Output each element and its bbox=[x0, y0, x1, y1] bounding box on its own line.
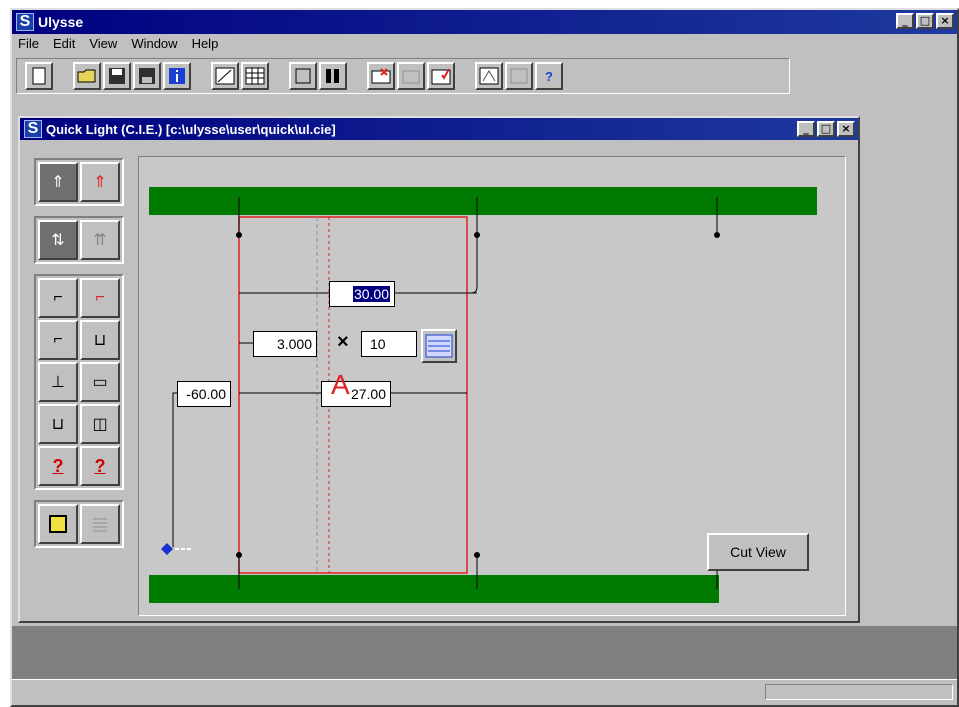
corner-right-icon[interactable]: ⌐ bbox=[38, 320, 78, 360]
minimize-button[interactable]: _ bbox=[896, 13, 914, 29]
times-symbol: × bbox=[337, 331, 349, 353]
box-double-icon[interactable]: ◫ bbox=[80, 404, 120, 444]
drawing-canvas[interactable]: 30.00 3.000 × 10 -60.00 27.00 A Cut View bbox=[138, 156, 846, 616]
info-icon[interactable] bbox=[163, 62, 191, 90]
help-question-icon[interactable]: ? bbox=[535, 62, 563, 90]
menu-view[interactable]: View bbox=[89, 36, 117, 56]
grid-lines-icon[interactable] bbox=[80, 504, 120, 544]
spacing-value: 30.00 bbox=[352, 286, 390, 302]
check-chart-icon[interactable] bbox=[427, 62, 455, 90]
light-yellow-icon[interactable] bbox=[38, 504, 78, 544]
disabled-icon[interactable] bbox=[397, 62, 425, 90]
quick-light-window: S Quick Light (C.I.E.) [c:\ulysse\user\q… bbox=[18, 116, 860, 623]
maximize-button[interactable]: □ bbox=[916, 13, 934, 29]
save-icon[interactable] bbox=[103, 62, 131, 90]
child-close-button[interactable]: × bbox=[837, 121, 855, 137]
cut-view-button[interactable]: Cut View bbox=[707, 533, 809, 571]
spacing-field[interactable]: 30.00 bbox=[329, 281, 395, 307]
main-window: S Ulysse _ □ × File Edit View Window Hel… bbox=[10, 8, 959, 707]
app-titlebar: S Ulysse _ □ × bbox=[12, 10, 957, 34]
menu-window[interactable]: Window bbox=[131, 36, 177, 56]
app-logo-icon: S bbox=[16, 13, 34, 31]
chart-icon[interactable] bbox=[211, 62, 239, 90]
bracket-icon[interactable] bbox=[289, 62, 317, 90]
menu-bar: File Edit View Window Help bbox=[12, 36, 218, 56]
help-left-icon[interactable]: ? bbox=[38, 446, 78, 486]
help-right-icon[interactable]: ? bbox=[80, 446, 120, 486]
box-open-icon[interactable]: ⊔ bbox=[80, 320, 120, 360]
help-question-label: ? bbox=[545, 68, 553, 84]
child-minimize-button[interactable]: _ bbox=[797, 121, 815, 137]
child-title: Quick Light (C.I.E.) [c:\ulysse\user\qui… bbox=[46, 121, 336, 137]
count-field[interactable]: 10 bbox=[361, 331, 417, 357]
close-button[interactable]: × bbox=[936, 13, 954, 29]
list-icon[interactable] bbox=[421, 329, 457, 363]
box-closed-icon[interactable]: ▭ bbox=[80, 362, 120, 402]
luminaire-updown-icon[interactable]: ⇅ bbox=[38, 220, 78, 260]
photometry-icon[interactable] bbox=[475, 62, 503, 90]
corner-remove-icon[interactable]: ⌐ bbox=[80, 278, 120, 318]
child-maximize-button[interactable]: □ bbox=[817, 121, 835, 137]
menu-file[interactable]: File bbox=[18, 36, 39, 56]
app-title: Ulysse bbox=[38, 14, 84, 30]
report-icon[interactable] bbox=[505, 62, 533, 90]
area-label: A bbox=[331, 369, 350, 400]
toolbar: ? bbox=[16, 58, 790, 94]
corner-left-icon[interactable]: ⌐ bbox=[38, 278, 78, 318]
double-bar-icon[interactable] bbox=[319, 62, 347, 90]
luminaire-pair-icon[interactable]: ⇈ bbox=[80, 220, 120, 260]
beam-icon[interactable]: ⊥ bbox=[38, 362, 78, 402]
delete-x-icon[interactable] bbox=[367, 62, 395, 90]
bottom-rail bbox=[149, 575, 719, 603]
luminaire-remove-icon[interactable]: ⇑ bbox=[80, 162, 120, 202]
child-titlebar: S Quick Light (C.I.E.) [c:\ulysse\user\q… bbox=[20, 118, 858, 140]
open-folder-icon[interactable] bbox=[73, 62, 101, 90]
left-offset-field[interactable]: -60.00 bbox=[177, 381, 231, 407]
child-logo-icon: S bbox=[24, 120, 42, 138]
tool-palette: ⇑ ⇑ ⇅ ⇈ ⌐ ⌐ ⌐ ⊔ ⊥ ▭ ⊔ ◫ ? ? bbox=[34, 158, 124, 558]
menu-edit[interactable]: Edit bbox=[53, 36, 75, 56]
count-value-field[interactable]: 3.000 bbox=[253, 331, 317, 357]
luminaire-up-icon[interactable]: ⇑ bbox=[38, 162, 78, 202]
new-doc-icon[interactable] bbox=[25, 62, 53, 90]
box-dashed-icon[interactable]: ⊔ bbox=[38, 404, 78, 444]
table-icon[interactable] bbox=[241, 62, 269, 90]
menu-help[interactable]: Help bbox=[192, 36, 219, 56]
mdi-workspace bbox=[12, 626, 957, 680]
save-as-icon[interactable] bbox=[133, 62, 161, 90]
status-bar bbox=[12, 679, 957, 705]
status-pane bbox=[765, 684, 953, 700]
